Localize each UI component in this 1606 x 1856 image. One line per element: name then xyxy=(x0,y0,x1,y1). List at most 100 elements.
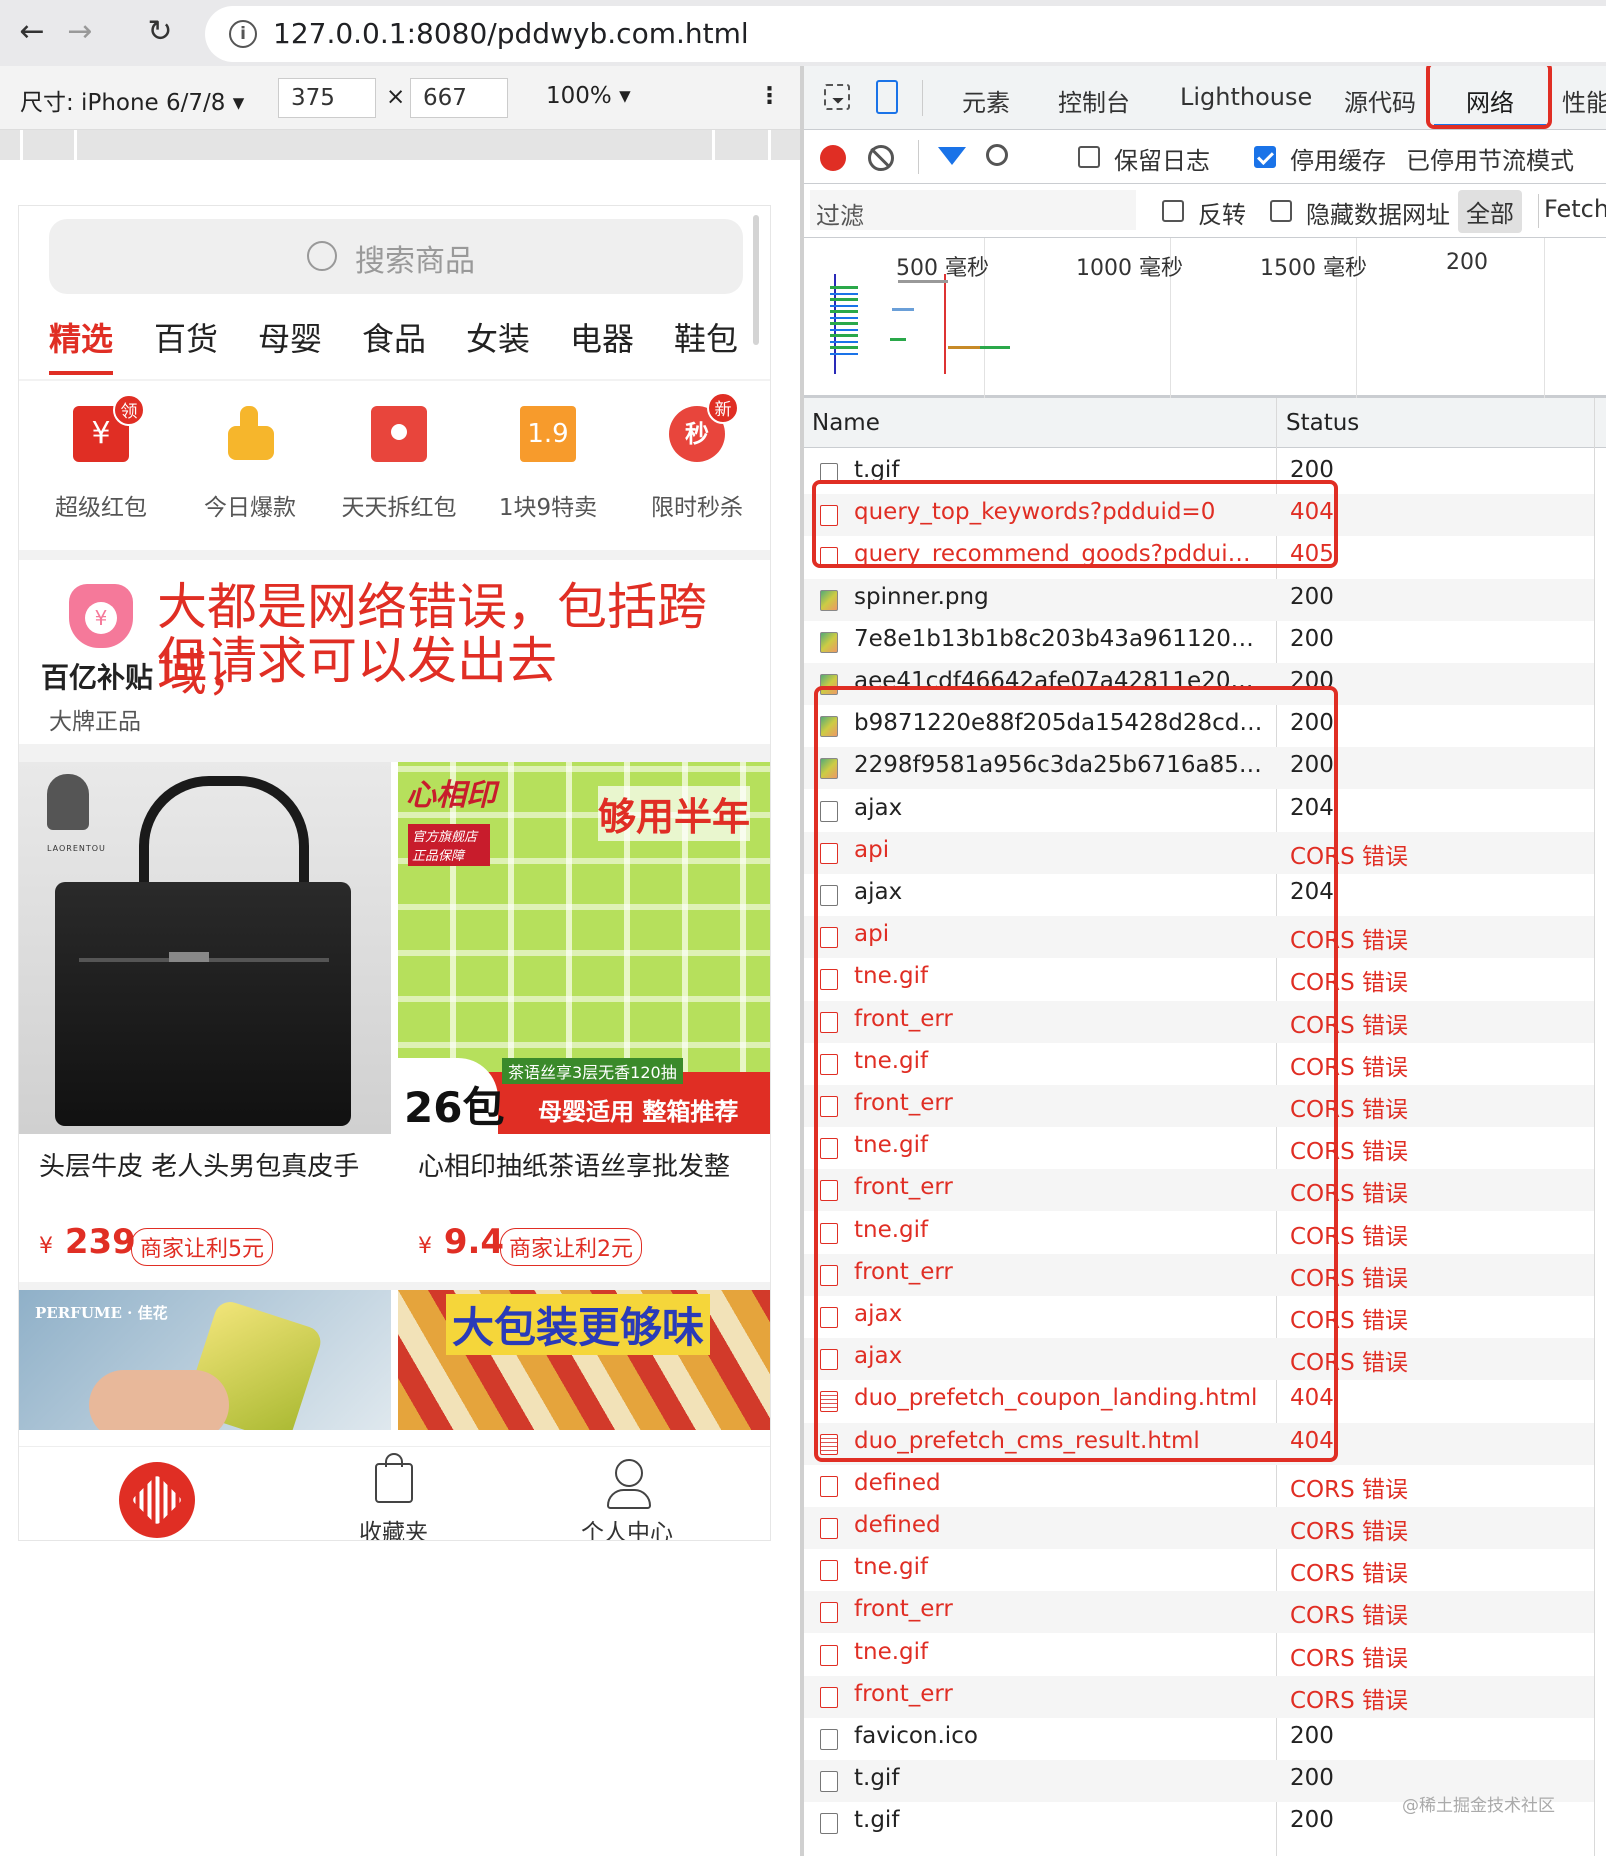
product-card[interactable]: 大包装更够味 xyxy=(398,1290,770,1430)
request-row[interactable]: favicon.ico 200 xyxy=(804,1718,1594,1760)
subsidy-subtitle: 大牌正品 xyxy=(49,709,141,735)
request-status: CORS 错误 xyxy=(1290,1603,1409,1630)
request-row[interactable]: defined CORS 错误 xyxy=(804,1507,1594,1549)
thumbs-up-icon[interactable] xyxy=(222,406,278,462)
tab-category[interactable]: 鞋包 xyxy=(674,314,738,360)
tab-category[interactable]: 电器 xyxy=(570,314,634,360)
discount-tag: 商家让利5元 xyxy=(131,1228,273,1266)
product-image: 大包装更够味 xyxy=(398,1290,770,1430)
request-name: t.gif xyxy=(854,1765,900,1792)
tab-category[interactable]: 女装 xyxy=(466,314,530,360)
tab-console[interactable]: 控制台 xyxy=(1058,83,1130,118)
info-icon[interactable]: i xyxy=(229,20,257,48)
request-row[interactable]: front_err CORS 错误 xyxy=(804,1591,1594,1634)
tab-performance[interactable]: 性能 xyxy=(1562,83,1606,118)
highlight-box-network-tab xyxy=(1426,66,1552,129)
disable-cache-checkbox[interactable] xyxy=(1254,146,1276,168)
request-status: 200 xyxy=(1290,625,1334,652)
filter-fetch-button[interactable]: Fetch/ xyxy=(1544,195,1606,223)
phone-viewport: 搜索商品 精选 百货 母婴 食品 女装 电器 鞋包 ¥ 领 超级红包 今日爆款 … xyxy=(18,205,771,1541)
user-icon[interactable] xyxy=(615,1459,643,1487)
column-name[interactable]: Name xyxy=(812,410,880,436)
height-input[interactable]: 667 xyxy=(410,78,508,118)
red-envelope-icon[interactable]: ¥ 领 xyxy=(73,394,145,462)
forward-arrow-icon[interactable]: → xyxy=(60,12,100,52)
url-text: 127.0.0.1:8080/pddwyb.com.html xyxy=(273,17,749,50)
tab-profile[interactable]: 个人中心 xyxy=(581,1513,673,1540)
column-status[interactable]: Status xyxy=(1286,410,1359,436)
product-card[interactable]: 心相印 官方旗舰店 正品保障 够用半年 26包 茶语丝享3层无香120抽 母婴适… xyxy=(398,762,770,1282)
highlight-box-404 xyxy=(812,480,1338,568)
reload-icon[interactable]: ↻ xyxy=(140,12,180,52)
width-input[interactable]: 375 xyxy=(278,78,376,118)
image-file-icon xyxy=(820,589,838,611)
filter-icon[interactable] xyxy=(938,147,966,165)
request-name: t.gif xyxy=(854,1807,900,1834)
file-icon xyxy=(820,1602,838,1624)
product-price: ¥ 9.4 xyxy=(418,1222,505,1262)
request-row[interactable]: tne.gif CORS 错误 xyxy=(804,1549,1594,1591)
search-placeholder: 搜索商品 xyxy=(355,244,475,279)
file-icon xyxy=(820,1686,838,1708)
request-name: defined xyxy=(854,1512,941,1538)
device-select[interactable]: 尺寸: iPhone 6/7/8 ▾ xyxy=(20,83,244,117)
tab-category[interactable]: 精选 xyxy=(49,314,113,360)
filter-all-button[interactable]: 全部 xyxy=(1458,190,1522,233)
viewport-scrollbar[interactable] xyxy=(753,215,759,345)
tab-elements[interactable]: 元素 xyxy=(962,83,1010,118)
file-icon xyxy=(820,1771,838,1793)
device-toggle-icon[interactable] xyxy=(876,80,898,114)
product-image: LAORENTOU xyxy=(19,762,391,1134)
address-bar[interactable]: i 127.0.0.1:8080/pddwyb.com.html xyxy=(205,6,1606,62)
file-icon xyxy=(820,1644,838,1666)
file-icon xyxy=(820,1813,838,1835)
alarm-clock-icon[interactable]: 秒 新 xyxy=(669,392,739,462)
preserve-log-checkbox[interactable] xyxy=(1078,146,1100,168)
request-row[interactable]: 7e8e1b13b1b8c203b43a9611206fa... 200 xyxy=(804,621,1594,663)
request-name: favicon.ico xyxy=(854,1723,978,1749)
clear-icon[interactable] xyxy=(868,145,894,171)
throttling-select[interactable]: 已停用节流模式 xyxy=(1406,141,1574,176)
icon-label: 今日爆款 xyxy=(204,495,296,521)
devtools-panel: 元素 控制台 Lighthouse 源代码 网络 性能 保留日志 停用缓存 已停… xyxy=(804,66,1606,1856)
tab-category[interactable]: 母婴 xyxy=(258,314,322,360)
inspect-element-icon[interactable] xyxy=(824,84,850,110)
filter-bar: 过滤 反转 隐藏数据网址 全部 Fetch/ xyxy=(804,184,1606,238)
request-status: CORS 错误 xyxy=(1290,1645,1409,1672)
hide-data-urls-checkbox[interactable] xyxy=(1270,200,1292,222)
product-card[interactable]: PERFUME · 佳花 xyxy=(19,1290,391,1430)
search-icon[interactable] xyxy=(986,144,1008,166)
request-row[interactable]: front_err CORS 错误 xyxy=(804,1675,1594,1718)
tab-sources[interactable]: 源代码 xyxy=(1344,83,1416,118)
highlight-box-cors xyxy=(814,686,1338,1462)
red-packet-icon[interactable] xyxy=(371,406,427,462)
load-event-line xyxy=(944,274,946,374)
user-body-icon xyxy=(607,1489,651,1509)
search-bar[interactable]: 搜索商品 xyxy=(49,219,743,294)
product-card[interactable]: LAORENTOU 头层牛皮 老人头男包真皮手 ¥ 239 商家让利5元 xyxy=(19,762,391,1282)
waterfall-bars xyxy=(830,286,858,356)
badge: 新 xyxy=(707,392,739,424)
product-image: PERFUME · 佳花 xyxy=(19,1290,391,1430)
zoom-select[interactable]: 100% ▾ xyxy=(546,83,631,109)
request-name: front_err xyxy=(854,1596,953,1623)
record-icon[interactable] xyxy=(820,145,846,171)
shopping-bag-icon[interactable] xyxy=(375,1453,413,1503)
request-name: front_err xyxy=(854,1680,953,1707)
invert-checkbox[interactable] xyxy=(1162,200,1184,222)
request-row[interactable]: defined CORS 错误 xyxy=(804,1465,1594,1507)
home-logo-icon[interactable] xyxy=(119,1462,195,1538)
request-status: 200 xyxy=(1290,1765,1334,1792)
back-arrow-icon[interactable]: ← xyxy=(12,12,52,52)
more-options-icon[interactable]: ⋮ xyxy=(758,83,781,109)
tab-lighthouse[interactable]: Lighthouse xyxy=(1180,83,1312,111)
tab-favorites[interactable]: 收藏夹 xyxy=(359,1513,428,1540)
filter-input[interactable]: 过滤 xyxy=(810,190,1136,230)
product-image: 心相印 官方旗舰店 正品保障 够用半年 26包 茶语丝享3层无香120抽 母婴适… xyxy=(398,762,770,1134)
tab-category[interactable]: 百货 xyxy=(154,314,218,360)
tab-category[interactable]: 食品 xyxy=(362,314,426,360)
request-row[interactable]: tne.gif CORS 错误 xyxy=(804,1634,1594,1676)
request-row[interactable]: spinner.png 200 xyxy=(804,578,1594,621)
request-status: 200 xyxy=(1290,583,1334,610)
price-tag-icon[interactable]: 1.9 xyxy=(520,406,576,462)
